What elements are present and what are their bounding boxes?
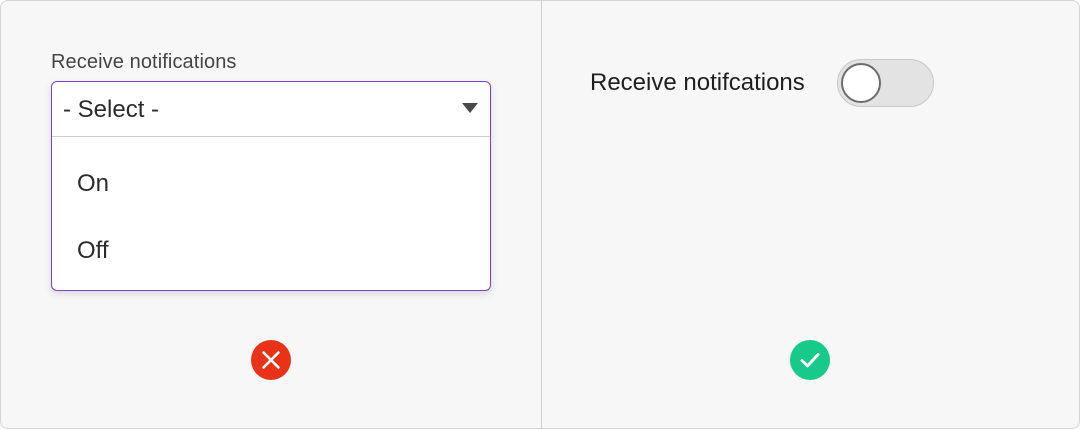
caret-down-icon [462, 103, 478, 113]
dropdown-select-field[interactable]: - Select - [52, 82, 490, 137]
cross-circle-icon [251, 340, 291, 380]
dropdown-option-on[interactable]: On [77, 170, 109, 198]
toggle-knob [841, 63, 881, 103]
notifications-toggle[interactable] [837, 59, 934, 107]
dropdown-label: Receive notifications [51, 51, 237, 73]
bad-example-panel: Receive notifications - Select - On Off [1, 1, 542, 428]
dropdown-option-off[interactable]: Off [77, 237, 109, 265]
notifications-dropdown: - Select - On Off [51, 81, 491, 291]
check-circle-icon [790, 340, 830, 380]
good-example-panel: Receive notifcations [542, 1, 1079, 428]
comparison-card: Receive notifications - Select - On Off … [0, 0, 1080, 429]
toggle-label: Receive notifcations [590, 69, 805, 96]
dropdown-selected-value: - Select - [63, 96, 160, 123]
